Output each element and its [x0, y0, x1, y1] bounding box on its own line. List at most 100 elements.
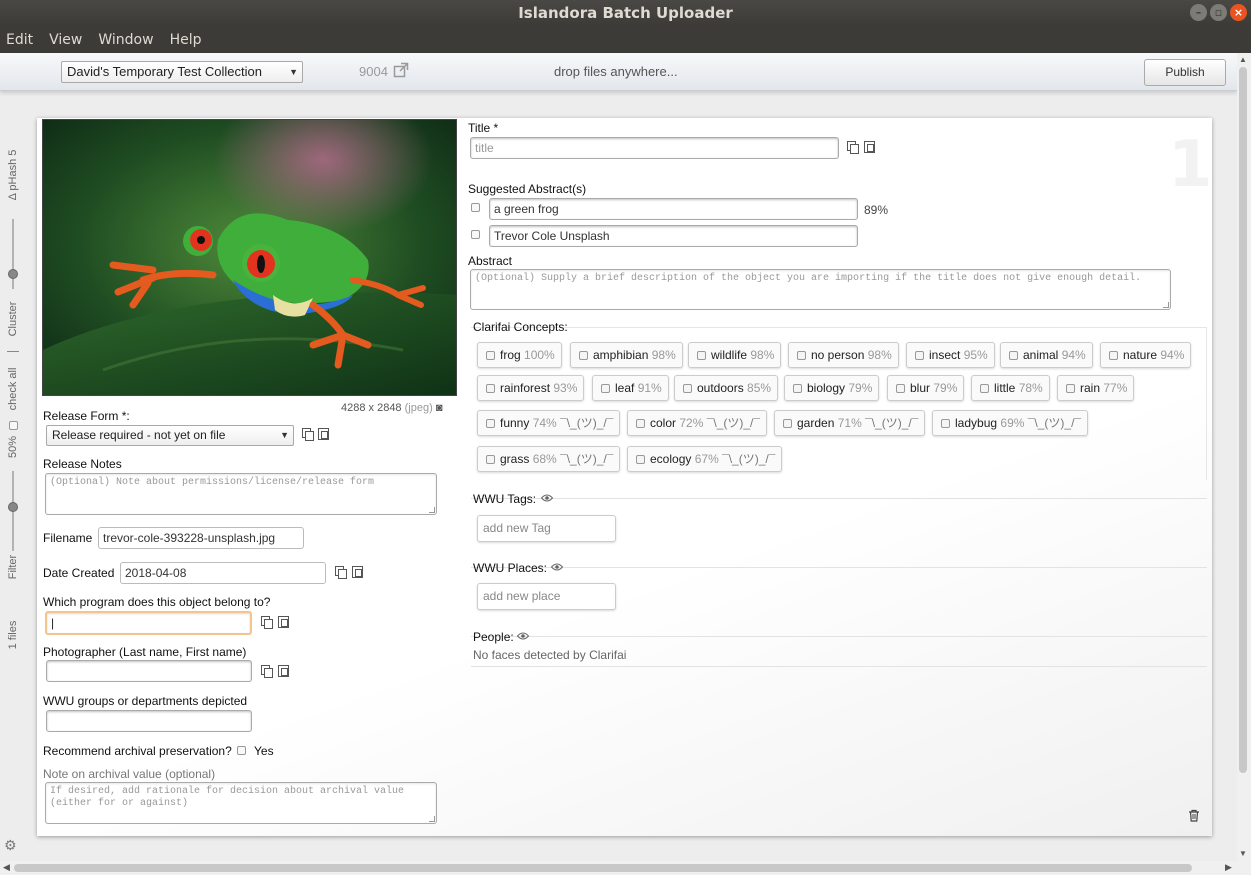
horizontal-scrollbar[interactable]: ◀ ▶ [0, 861, 1251, 875]
concept-chip[interactable]: blur 79% [887, 375, 965, 401]
concept-checkbox[interactable] [486, 419, 495, 428]
copy-icon[interactable] [302, 428, 314, 441]
title-field[interactable]: title [470, 137, 839, 159]
concept-chip[interactable]: biology 79% [784, 375, 880, 401]
maximize-button[interactable]: ▫ [1210, 4, 1227, 21]
concept-chip[interactable]: wildlife 98% [688, 342, 782, 368]
concept-chip[interactable]: ecology 67% ¯\_(ツ)_/¯ [627, 446, 783, 472]
concept-checkbox[interactable] [486, 384, 495, 393]
concept-chip[interactable]: ladybug 69% ¯\_(ツ)_/¯ [932, 410, 1089, 436]
add-place-input[interactable]: add new place [477, 583, 616, 610]
paste-icon[interactable] [318, 428, 329, 440]
program-field[interactable]: | [45, 611, 252, 635]
concept-checkbox[interactable] [486, 351, 495, 360]
similarity-slider-knob[interactable] [8, 502, 18, 512]
concept-checkbox[interactable] [601, 384, 610, 393]
scroll-right-icon[interactable]: ▶ [1225, 862, 1232, 873]
collection-select[interactable]: David's Temporary Test Collection ▼ [61, 61, 303, 83]
check-all-checkbox[interactable] [9, 421, 18, 430]
archival-note-textarea[interactable]: If desired, add rationale for decision a… [45, 782, 437, 824]
concept-chip[interactable]: rain 77% [1057, 375, 1135, 401]
concept-chip[interactable]: animal 94% [1000, 342, 1093, 368]
release-notes-textarea[interactable]: (Optional) Note about permissions/licens… [45, 473, 437, 515]
concept-chip[interactable]: grass 68% ¯\_(ツ)_/¯ [477, 446, 621, 472]
minimize-button[interactable]: – [1190, 4, 1207, 21]
copy-icon[interactable] [335, 566, 347, 579]
camera-icon[interactable]: ◙ [436, 402, 443, 414]
concept-chip[interactable]: rainforest 93% [477, 375, 585, 401]
concept-chip[interactable]: funny 74% ¯\_(ツ)_/¯ [477, 410, 621, 436]
concept-chip[interactable]: insect 95% [906, 342, 995, 368]
filename-field[interactable]: trevor-cole-393228-unsplash.jpg [98, 527, 304, 549]
eye-icon[interactable] [517, 632, 529, 640]
concept-checkbox[interactable] [486, 455, 495, 464]
photographer-field[interactable] [46, 660, 252, 682]
paste-icon[interactable] [278, 665, 289, 677]
concept-checkbox[interactable] [783, 419, 792, 428]
concept-chip[interactable]: leaf 91% [592, 375, 669, 401]
eye-icon[interactable] [541, 494, 553, 502]
concept-checkbox[interactable] [797, 351, 806, 360]
scroll-left-icon[interactable]: ◀ [3, 862, 10, 873]
concept-checkbox[interactable] [636, 455, 645, 464]
groups-field[interactable] [46, 710, 252, 732]
concept-checkbox[interactable] [896, 384, 905, 393]
concept-chip[interactable]: nature 94% [1100, 342, 1192, 368]
abstract-textarea[interactable]: (Optional) Supply a brief description of… [470, 269, 1171, 310]
concept-chip[interactable]: outdoors 85% [674, 375, 779, 401]
menu-edit[interactable]: Edit [6, 32, 33, 48]
release-form-select[interactable]: Release required - not yet on file ▼ [46, 425, 294, 446]
concept-checkbox[interactable] [636, 419, 645, 428]
item-thumbnail[interactable] [42, 119, 457, 396]
add-tag-input[interactable]: add new Tag [477, 515, 616, 542]
vertical-scroll-thumb[interactable] [1239, 67, 1247, 773]
concept-chip[interactable]: no person 98% [788, 342, 899, 368]
concept-checkbox[interactable] [1109, 351, 1118, 360]
phash-slider-knob[interactable] [8, 269, 18, 279]
concept-checkbox[interactable] [697, 351, 706, 360]
menu-help[interactable]: Help [170, 32, 202, 48]
concept-checkbox[interactable] [579, 351, 588, 360]
horizontal-scroll-thumb[interactable] [14, 864, 1192, 872]
menu-window[interactable]: Window [98, 32, 153, 48]
concept-checkbox[interactable] [915, 351, 924, 360]
vertical-scrollbar[interactable]: ▲ ▼ [1237, 53, 1251, 861]
close-button[interactable]: × [1230, 4, 1247, 21]
paste-icon[interactable] [278, 616, 289, 628]
cluster-button[interactable]: Cluster [7, 302, 19, 337]
check-all-button[interactable]: check all [7, 368, 19, 411]
suggested-abstract-checkbox[interactable] [471, 230, 480, 239]
archival-checkbox[interactable] [237, 746, 246, 755]
gear-icon[interactable]: ⚙ [4, 837, 17, 854]
copy-icon[interactable] [261, 665, 273, 678]
concept-checkbox[interactable] [683, 384, 692, 393]
suggested-abstract-field[interactable]: a green frog [489, 198, 858, 220]
publish-button[interactable]: Publish [1144, 59, 1226, 86]
external-link-icon[interactable] [393, 62, 409, 78]
concept-checkbox[interactable] [980, 384, 989, 393]
resize-handle[interactable] [429, 816, 435, 822]
concept-chip[interactable]: amphibian 98% [570, 342, 683, 368]
date-created-field[interactable]: 2018-04-08 [120, 562, 326, 584]
suggested-abstract-field[interactable]: Trevor Cole Unsplash [489, 225, 858, 247]
scroll-down-icon[interactable]: ▼ [1239, 849, 1247, 858]
concept-chip[interactable]: frog 100% [477, 342, 562, 368]
trash-icon[interactable] [1188, 809, 1200, 822]
concept-checkbox[interactable] [1009, 351, 1018, 360]
resize-handle[interactable] [429, 507, 435, 513]
menu-view[interactable]: View [49, 32, 82, 48]
scroll-up-icon[interactable]: ▲ [1239, 55, 1247, 64]
paste-icon[interactable] [352, 566, 363, 578]
concept-chip[interactable]: garden 71% ¯\_(ツ)_/¯ [774, 410, 926, 436]
eye-icon[interactable] [551, 563, 563, 571]
concept-chip[interactable]: color 72% ¯\_(ツ)_/¯ [627, 410, 767, 436]
paste-icon[interactable] [864, 141, 875, 153]
copy-icon[interactable] [847, 141, 859, 154]
filter-button[interactable]: Filter [7, 555, 19, 579]
concept-chip[interactable]: little 78% [971, 375, 1050, 401]
resize-handle[interactable] [1163, 302, 1169, 308]
concept-checkbox[interactable] [1066, 384, 1075, 393]
concept-checkbox[interactable] [941, 419, 950, 428]
concept-checkbox[interactable] [793, 384, 802, 393]
copy-icon[interactable] [261, 616, 273, 629]
